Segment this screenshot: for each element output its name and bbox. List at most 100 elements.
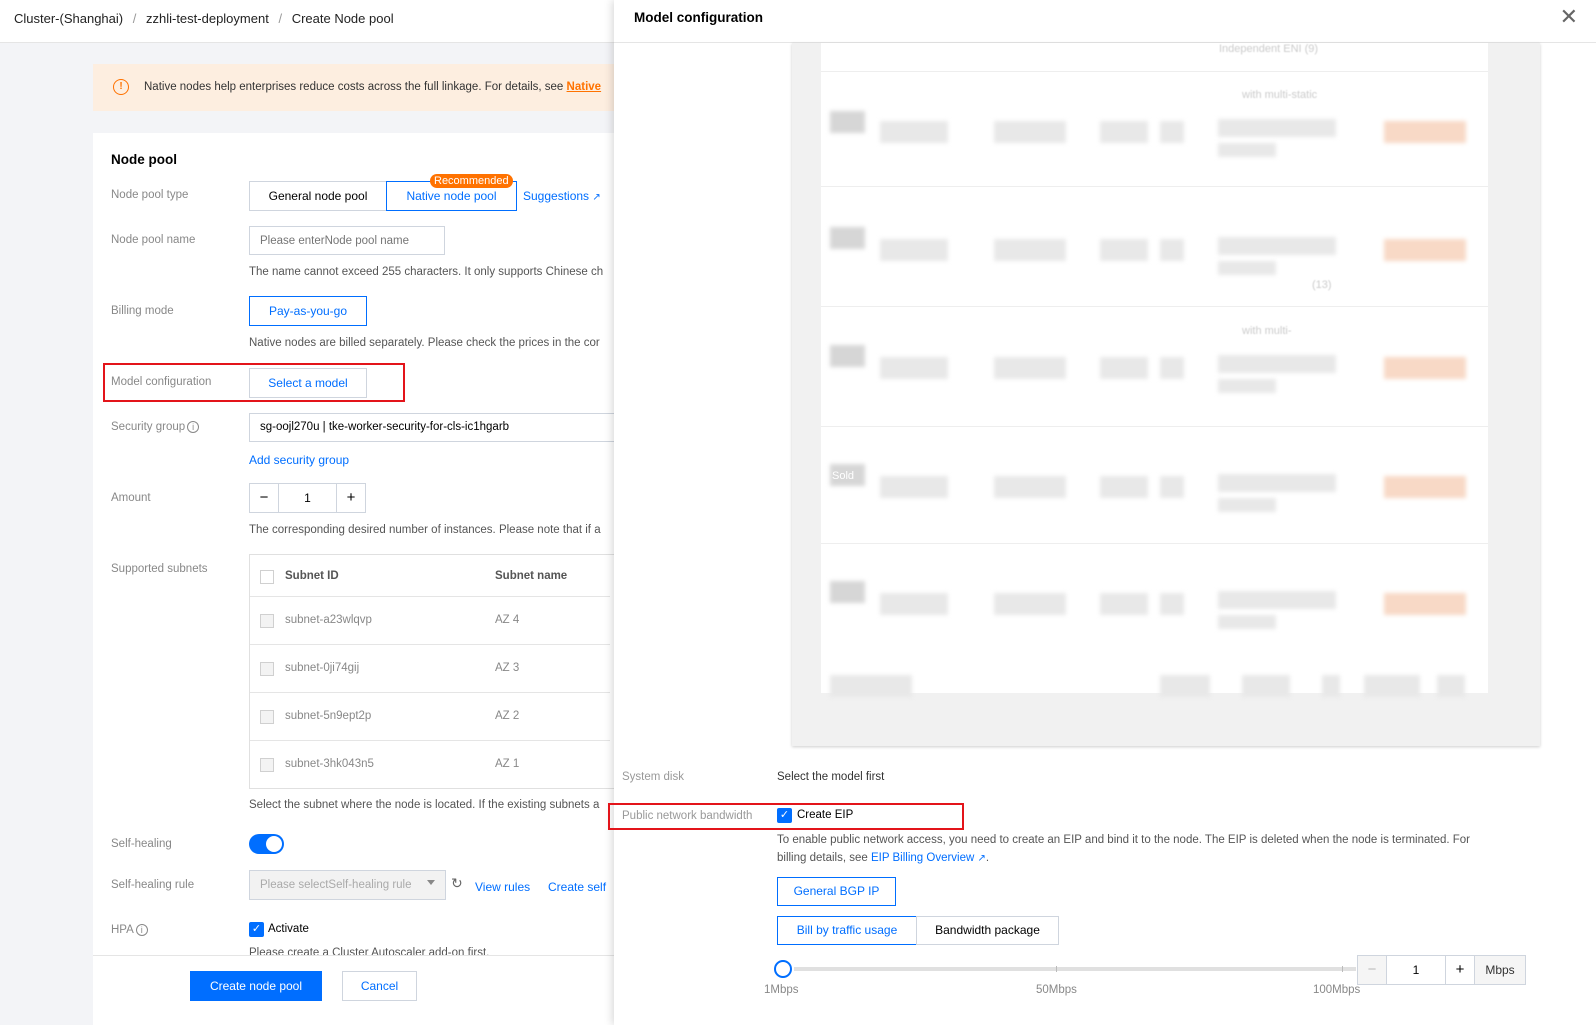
table-row[interactable]: subnet-a23wlqvp AZ 4 (250, 596, 610, 644)
pay-as-you-go-option[interactable]: Pay-as-you-go (249, 296, 367, 326)
create-self-healing-link[interactable]: Create self (548, 880, 606, 894)
blurred-text: Independent ENI (9) (1219, 43, 1319, 55)
eip-hint-line2: billing details, see EIP Billing Overvie… (777, 852, 990, 864)
security-group-label: Security group i (111, 421, 200, 433)
info-icon: i (135, 924, 148, 936)
subnet-name: AZ 1 (495, 758, 520, 770)
amount-label: Amount (111, 492, 151, 504)
notice-link[interactable]: Native (567, 81, 602, 93)
warning-icon: ! (113, 79, 129, 95)
refresh-icon[interactable]: ↻ (451, 875, 463, 892)
info-icon: i (187, 421, 200, 433)
table-row[interactable]: subnet-5n9ept2p AZ 2 (250, 692, 610, 740)
add-security-group-link[interactable]: Add security group (249, 453, 349, 467)
bill-by-traffic-option[interactable]: Bill by traffic usage (777, 916, 917, 945)
hpa-hint: Please create a Cluster Autoscaler add-o… (249, 947, 490, 955)
general-bgp-ip-option[interactable]: General BGP IP (777, 877, 896, 906)
general-node-pool-option[interactable]: General node pool (249, 181, 387, 211)
subnet-name: AZ 4 (495, 614, 520, 626)
self-healing-toggle[interactable] (249, 834, 284, 854)
amount-hint: The corresponding desired number of inst… (249, 524, 601, 536)
hpa-activate-label: Activate (268, 923, 309, 935)
security-group-select[interactable]: sg-oojl270u | tke-worker-security-for-cl… (249, 413, 614, 442)
model-configuration-panel: Model configuration ✕ Independent ENI (9… (608, 0, 1596, 1025)
table-row[interactable]: subnet-3hk043n5 AZ 1 (250, 740, 610, 788)
subnet-name: AZ 2 (495, 710, 520, 722)
column-subnet-id: Subnet ID (285, 570, 339, 582)
breadcrumb-current: Create Node pool (291, 11, 394, 26)
supported-subnets-label: Supported subnets (111, 563, 208, 575)
hpa-checkbox[interactable]: ✓ (249, 922, 264, 937)
name-hint: The name cannot exceed 255 characters. I… (249, 266, 604, 278)
form-footer: Create node pool Cancel (93, 955, 614, 1025)
bandwidth-input[interactable]: 1 (1386, 955, 1446, 985)
breadcrumb-deployment[interactable]: zzhli-test-deployment (146, 11, 269, 26)
bandwidth-slider-handle[interactable] (774, 960, 792, 978)
breadcrumb: Cluster-(Shanghai) / zzhli-test-deployme… (0, 0, 614, 43)
table-row[interactable]: subnet-0ji74gij AZ 3 (250, 644, 610, 692)
bandwidth-package-option[interactable]: Bandwidth package (916, 916, 1059, 945)
scale-max: 100Mbps (1313, 984, 1361, 996)
blurred-text: with multi-static (1242, 89, 1318, 101)
self-healing-rule-select[interactable]: Please selectSelf-healing rule (249, 870, 446, 900)
background-page: Cluster-(Shanghai) / zzhli-test-deployme… (0, 0, 614, 1025)
eip-hint-line1: To enable public network access, you nee… (777, 834, 1470, 846)
node-pool-type-label: Node pool type (111, 189, 189, 201)
view-rules-link[interactable]: View rules (475, 880, 530, 894)
subnet-id: subnet-0ji74gij (285, 662, 360, 674)
external-link-icon: ↗ (592, 192, 601, 203)
create-eip-label: Create EIP (797, 809, 854, 821)
self-healing-rule-label: Self-healing rule (111, 879, 195, 891)
suggestions-link[interactable]: Suggestions ↗ (523, 189, 601, 203)
scale-min: 1Mbps (764, 984, 799, 996)
amount-decrement-button[interactable]: − (249, 483, 279, 513)
row-checkbox[interactable] (260, 758, 274, 772)
panel-header: Model configuration ✕ (614, 0, 1596, 43)
node-pool-name-input[interactable] (249, 226, 445, 255)
system-disk-label: System disk (622, 771, 684, 783)
column-subnet-name: Subnet name (495, 570, 568, 582)
node-pool-name-label: Node pool name (111, 234, 196, 246)
bandwidth-unit: Mbps (1474, 955, 1526, 985)
self-healing-label: Self-healing (111, 838, 172, 850)
row-checkbox[interactable] (260, 662, 274, 676)
breadcrumb-cluster[interactable]: Cluster-(Shanghai) (14, 11, 123, 26)
bandwidth-slider-track[interactable] (794, 967, 1356, 971)
select-all-checkbox[interactable] (260, 570, 274, 584)
select-model-button[interactable]: Select a model (249, 368, 367, 398)
node-pool-form: Node pool Node pool type General node po… (93, 133, 614, 1025)
cancel-button[interactable]: Cancel (342, 971, 417, 1001)
row-checkbox[interactable] (260, 614, 274, 628)
hpa-label: HPA i (111, 924, 148, 936)
notice-text: Native nodes help enterprises reduce cos… (144, 81, 564, 93)
row-checkbox[interactable] (260, 710, 274, 724)
subnets-hint: Select the subnet where the node is loca… (249, 799, 600, 811)
recommended-badge: Recommended (430, 174, 513, 188)
create-node-pool-button[interactable]: Create node pool (190, 971, 322, 1001)
scale-mid: 50Mbps (1036, 984, 1077, 996)
close-icon[interactable]: ✕ (1560, 6, 1578, 28)
breadcrumb-separator: / (132, 11, 137, 26)
chevron-down-icon (427, 880, 435, 885)
bandwidth-increment-button[interactable]: + (1445, 955, 1475, 985)
system-disk-value: Select the model first (777, 771, 885, 783)
panel-title: Model configuration (634, 10, 763, 25)
native-node-notice: ! Native nodes help enterprises reduce c… (93, 64, 614, 111)
public-bandwidth-label: Public network bandwidth (622, 810, 753, 822)
create-eip-checkbox[interactable]: ✓ (777, 808, 792, 823)
eip-billing-link[interactable]: EIP Billing Overview (871, 852, 974, 864)
subnet-id: subnet-5n9ept2p (285, 710, 372, 722)
model-list-blurred: Independent ENI (9) with multi-static (1… (792, 43, 1540, 746)
subnets-table: Subnet ID Subnet name subnet-a23wlqvp AZ… (249, 554, 614, 789)
external-link-icon: ↗ (977, 853, 986, 864)
subnet-id: subnet-3hk043n5 (285, 758, 374, 770)
model-configuration-label: Model configuration (111, 376, 212, 388)
subnet-id: subnet-a23wlqvp (285, 614, 372, 626)
amount-increment-button[interactable]: + (336, 483, 366, 513)
bandwidth-decrement-button[interactable]: − (1357, 955, 1387, 985)
subnet-name: AZ 3 (495, 662, 520, 674)
blurred-text: with multi- (1242, 325, 1292, 337)
section-title: Node pool (111, 152, 177, 167)
blurred-text: (13) (1312, 279, 1332, 291)
amount-input[interactable]: 1 (278, 483, 337, 513)
